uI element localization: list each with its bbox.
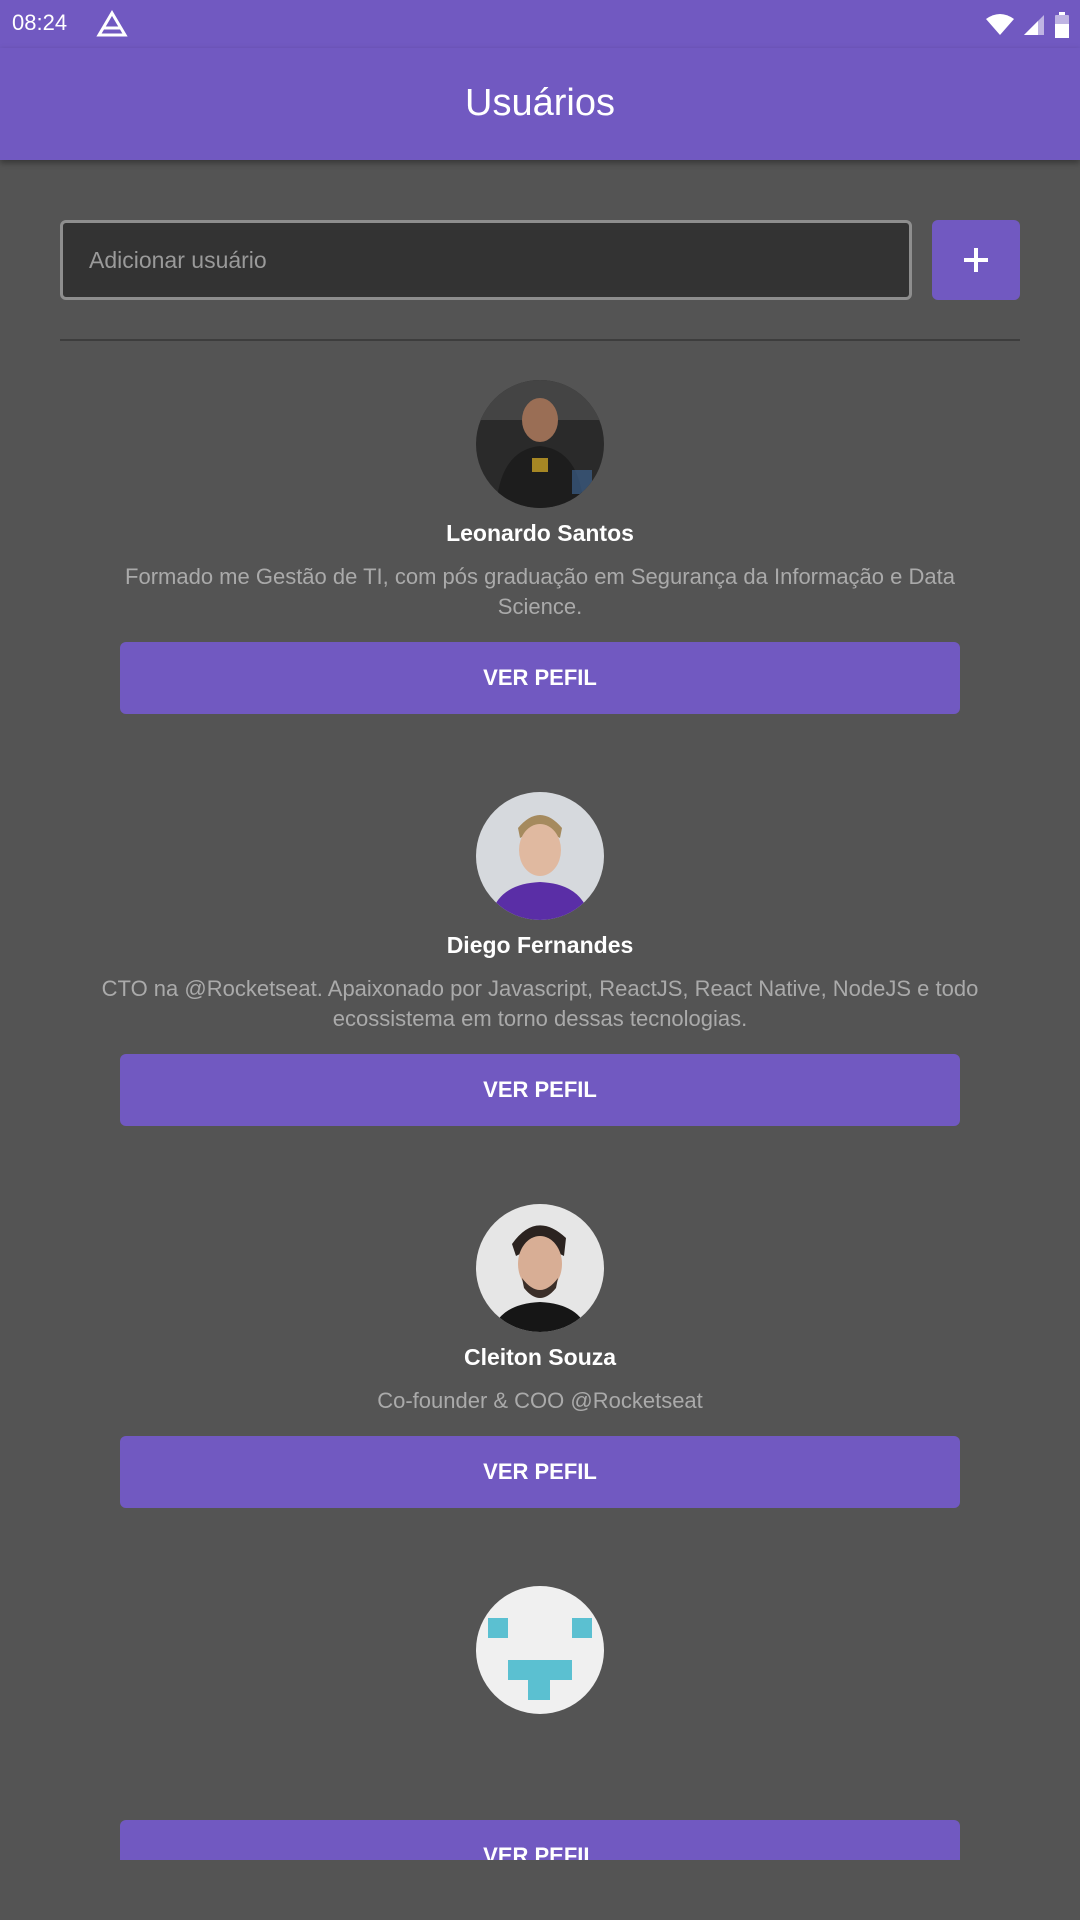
user-list[interactable]: Leonardo Santos Formado me Gestão de TI,… [0,380,1080,1860]
view-profile-button[interactable]: VER PEFIL [120,1820,960,1860]
system-icons [986,12,1070,38]
signal-icon [1024,15,1044,35]
user-name: Diego Fernandes [446,932,634,958]
user-bio: CTO na @Rocketseat. Apaixonado por Javas… [101,976,979,1031]
avatar [476,1586,604,1714]
avatar [476,792,604,920]
view-profile-button[interactable]: VER PEFIL [120,642,960,714]
status-time: 08:24 [12,10,68,35]
avatar [476,1204,604,1332]
view-profile-button[interactable]: VER PEFIL [120,1436,960,1508]
battery-icon [1055,12,1069,38]
plus-icon [964,248,988,272]
add-user-input[interactable] [60,220,912,300]
user-name: Cleiton Souza [463,1344,617,1370]
wifi-icon [986,14,1014,35]
add-user-button[interactable] [932,220,1020,300]
page-title: Usuários [465,82,615,124]
avatar [476,380,604,508]
status-bar: 08:24 [0,0,1080,48]
view-profile-button[interactable]: VER PEFIL [120,1054,960,1126]
add-user-form [60,220,1020,300]
user-bio: Formado me Gestão de TI, com pós graduaç… [125,564,955,619]
user-name: Leonardo Santos [446,520,634,546]
user-bio: Co-founder & COO @Rocketseat [377,1388,703,1413]
divider [60,339,1020,341]
app-bar: Usuários [0,48,1080,160]
navigation-icon [96,10,128,37]
